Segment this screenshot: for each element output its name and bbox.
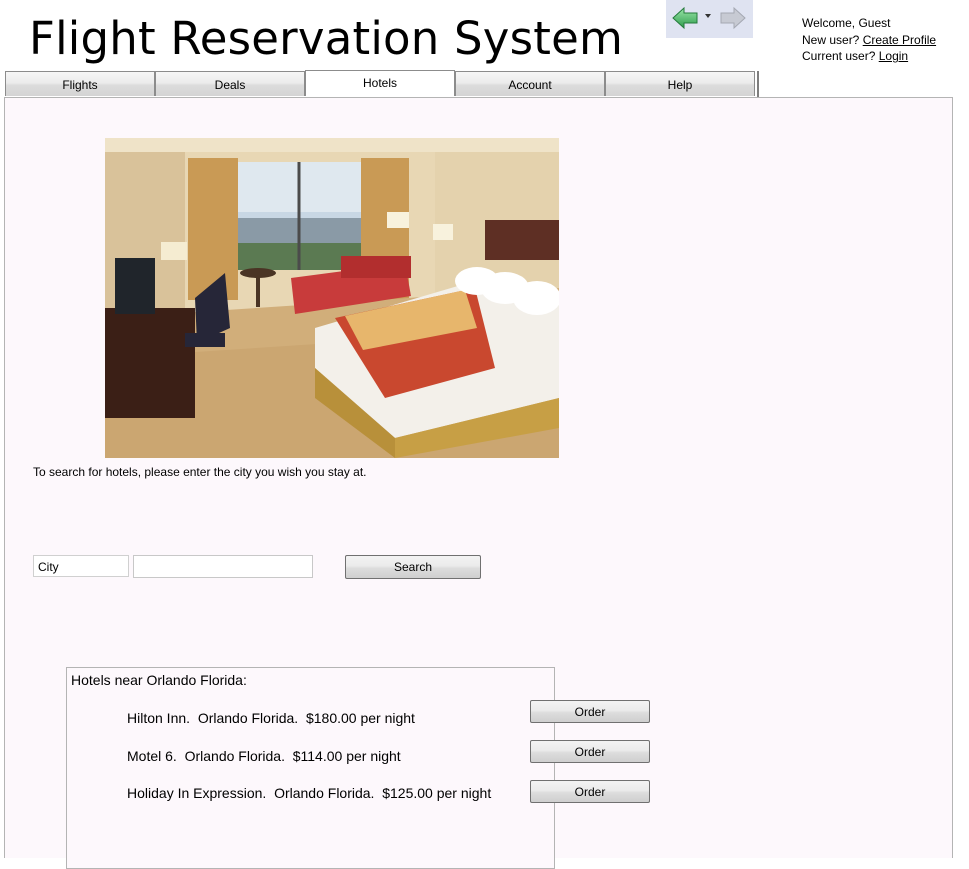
hotel-result-text: Motel 6. Orlando Florida. $114.00 per ni… — [127, 748, 401, 764]
tab-flights[interactable]: Flights — [5, 71, 155, 96]
new-user-line: New user? Create Profile — [802, 32, 936, 49]
new-user-prefix: New user? — [802, 32, 860, 47]
city-label: City — [33, 555, 129, 577]
tab-help[interactable]: Help — [605, 71, 755, 96]
create-profile-link[interactable]: Create Profile — [863, 33, 936, 47]
hotel-results-list: Hotels near Orlando Florida: Hilton Inn.… — [66, 667, 650, 869]
results-heading: Hotels near Orlando Florida: — [71, 672, 247, 688]
search-instruction: To search for hotels, please enter the c… — [33, 465, 367, 479]
search-button[interactable]: Search — [345, 555, 481, 579]
tab-strip: Flights Deals Hotels Account Help — [5, 70, 759, 97]
forward-arrow-icon[interactable] — [719, 6, 747, 30]
tab-account[interactable]: Account — [455, 71, 605, 96]
hotel-room-image — [105, 138, 559, 458]
app-title: Flight Reservation System — [29, 12, 623, 65]
current-user-prefix: Current user? — [802, 49, 876, 63]
user-info: Welcome, Guest New user? Create Profile … — [802, 15, 936, 65]
hotel-result-text: Hilton Inn. Orlando Florida. $180.00 per… — [127, 710, 415, 726]
login-link[interactable]: Login — [879, 49, 908, 63]
hotels-panel: To search for hotels, please enter the c… — [4, 97, 953, 869]
hotel-result-text: Holiday In Expression. Orlando Florida. … — [127, 785, 492, 801]
back-arrow-icon[interactable] — [671, 6, 699, 30]
city-input[interactable] — [133, 555, 313, 578]
welcome-text: Welcome, Guest — [802, 16, 891, 30]
order-button[interactable]: Order — [530, 740, 650, 763]
order-button[interactable]: Order — [530, 780, 650, 803]
dropdown-arrow-icon[interactable] — [704, 12, 712, 20]
tab-hotels[interactable]: Hotels — [305, 70, 455, 96]
order-button[interactable]: Order — [530, 700, 650, 723]
tab-deals[interactable]: Deals — [155, 71, 305, 96]
navigation-buttons — [666, 0, 753, 38]
current-user-line: Current user? Login — [802, 48, 936, 65]
